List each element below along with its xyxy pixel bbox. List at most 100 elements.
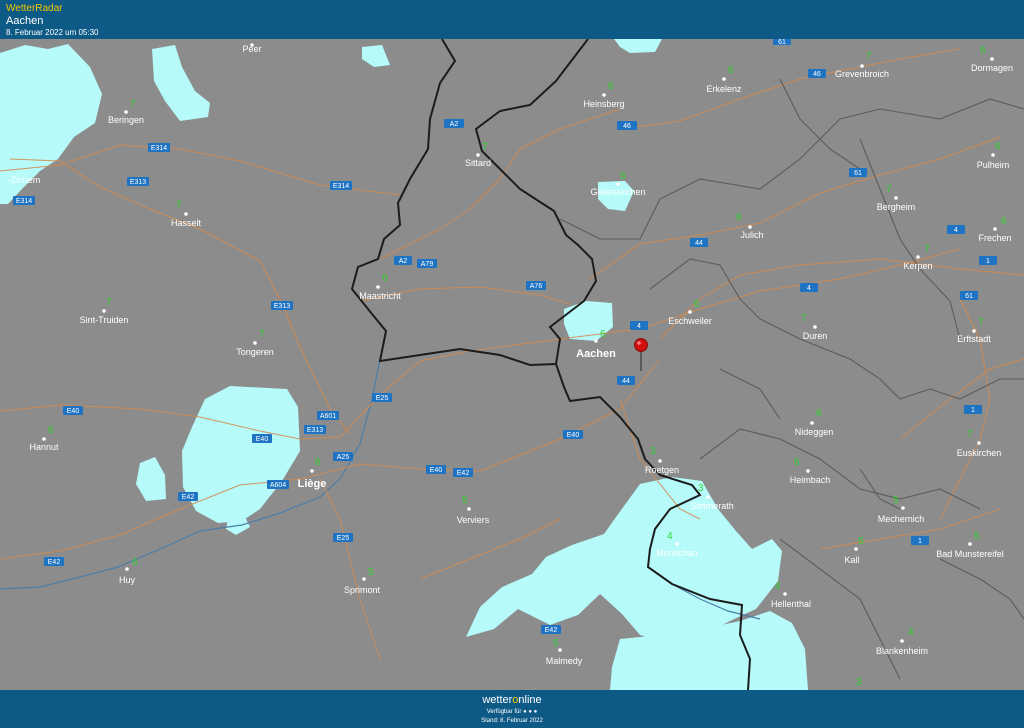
road-shield-61-b: 61 <box>960 291 978 300</box>
svg-text:6: 6 <box>132 557 138 568</box>
svg-text:46: 46 <box>623 123 631 130</box>
svg-text:A604: A604 <box>270 482 286 489</box>
svg-text:7: 7 <box>978 317 984 328</box>
road-shield-a2-south: A2 <box>394 256 412 265</box>
svg-text:E314: E314 <box>333 183 349 190</box>
road-shield-a25: A25 <box>333 452 353 461</box>
svg-text:4: 4 <box>954 227 958 234</box>
svg-text:44: 44 <box>622 378 630 385</box>
svg-text:Simmerath: Simmerath <box>690 501 734 511</box>
svg-text:E40: E40 <box>430 467 443 474</box>
svg-text:A76: A76 <box>530 283 543 290</box>
svg-text:6: 6 <box>980 45 986 56</box>
city-zichem[interactable]: -Zichem <box>8 175 41 185</box>
svg-text:Grevenbroich: Grevenbroich <box>835 69 889 79</box>
svg-text:A2: A2 <box>450 121 459 128</box>
svg-text:E313: E313 <box>307 427 323 434</box>
svg-text:Duren: Duren <box>803 331 828 341</box>
svg-text:E42: E42 <box>457 470 470 477</box>
svg-text:4: 4 <box>807 285 811 292</box>
road-shield-44-b: 44 <box>617 376 635 385</box>
svg-text:Kall: Kall <box>844 555 859 565</box>
road-shield-46-b: 46 <box>617 121 637 130</box>
svg-text:6: 6 <box>382 273 388 284</box>
svg-text:Frechen: Frechen <box>978 233 1011 243</box>
svg-text:3: 3 <box>856 677 862 688</box>
road-shield-e313-b: E313 <box>271 301 293 310</box>
platform-icons: ● ● ● <box>523 709 538 715</box>
svg-text:6: 6 <box>736 212 742 223</box>
svg-text:Peer: Peer <box>242 44 261 54</box>
svg-text:Monschau: Monschau <box>656 548 698 558</box>
svg-text:6: 6 <box>620 171 626 182</box>
road-shield-e40-d: E40 <box>563 430 583 439</box>
svg-text:5: 5 <box>462 495 468 506</box>
road-shield-e314-b: E314 <box>330 181 352 190</box>
road-shield-e40-c: E40 <box>426 465 446 474</box>
road-shield-e40-a: E40 <box>63 406 83 415</box>
road-shield-e25-b: E25 <box>333 533 353 542</box>
svg-text:Kerpen: Kerpen <box>903 261 932 271</box>
svg-text:4: 4 <box>775 581 781 592</box>
svg-text:61: 61 <box>854 170 862 177</box>
map-canvas: A2 A2 A79 A76 46 46 61 61 61 44 44 4 4 4… <box>0 38 1024 691</box>
svg-text:7: 7 <box>482 142 488 153</box>
svg-text:E25: E25 <box>337 535 350 542</box>
svg-text:6: 6 <box>315 457 321 468</box>
road-shield-e42-b: E42 <box>453 468 473 477</box>
svg-text:44: 44 <box>695 240 703 247</box>
road-shield-a601: A601 <box>317 411 339 420</box>
svg-text:Maastricht: Maastricht <box>359 291 401 301</box>
svg-text:E42: E42 <box>182 494 195 501</box>
road-shield-61-top: 61 <box>773 39 791 46</box>
road-shield-e314-c: E314 <box>13 196 35 205</box>
road-shield-1-a: 1 <box>979 256 997 265</box>
road-shield-61-a: 61 <box>849 168 867 177</box>
svg-text:Sint-Truiden: Sint-Truiden <box>80 315 129 325</box>
forecast-datetime: 8. Februar 2022 um 05:30 <box>6 28 99 37</box>
road-shield-e40-b: E40 <box>252 434 272 443</box>
svg-text:1: 1 <box>971 407 975 414</box>
road-shield-e42-a: E42 <box>178 492 198 501</box>
svg-text:Tongeren: Tongeren <box>236 347 274 357</box>
svg-text:Erftstadt: Erftstadt <box>957 334 991 344</box>
svg-text:6: 6 <box>600 329 606 340</box>
footer-logo: wetteronline <box>482 694 542 706</box>
city-peer[interactable]: Peer <box>242 43 262 54</box>
radar-map[interactable]: A2 A2 A79 A76 46 46 61 61 61 44 44 4 4 4… <box>0 38 1024 691</box>
svg-text:Hasselt: Hasselt <box>171 218 202 228</box>
svg-text:4: 4 <box>667 531 673 542</box>
svg-text:7: 7 <box>886 184 892 195</box>
stand-text: Stand: 8. Februar 2022 <box>481 718 543 724</box>
svg-text:5: 5 <box>858 536 864 547</box>
road-shield-e42-d: E42 <box>541 625 561 634</box>
road-shield-46-a: 46 <box>808 69 826 78</box>
road-shield-4-c: 4 <box>947 225 965 234</box>
svg-text:Nideggen: Nideggen <box>795 427 834 437</box>
road-shield-e42-c: E42 <box>44 557 64 566</box>
svg-text:E42: E42 <box>48 559 61 566</box>
svg-text:6: 6 <box>794 457 800 468</box>
svg-text:E314: E314 <box>16 198 32 205</box>
svg-text:Heimbach: Heimbach <box>790 475 831 485</box>
svg-text:E25: E25 <box>376 395 389 402</box>
svg-text:5: 5 <box>368 567 374 578</box>
svg-text:7: 7 <box>967 429 973 440</box>
svg-text:Aachen: Aachen <box>576 348 616 360</box>
svg-text:6: 6 <box>995 141 1001 152</box>
svg-text:Hellenthal: Hellenthal <box>771 599 811 609</box>
road-shield-44-a: 44 <box>690 238 708 247</box>
svg-text:Blankenheim: Blankenheim <box>876 646 928 656</box>
svg-text:Malmedy: Malmedy <box>546 656 583 666</box>
svg-text:E313: E313 <box>274 303 290 310</box>
svg-text:Erkelenz: Erkelenz <box>706 84 742 94</box>
svg-text:6: 6 <box>816 408 822 419</box>
svg-text:Eschweiler: Eschweiler <box>668 316 712 326</box>
svg-text:Geilenkirchen: Geilenkirchen <box>590 187 645 197</box>
header-bar: WetterRadar Aachen 8. Februar 2022 um 05… <box>0 0 1024 39</box>
svg-text:-Zichem: -Zichem <box>8 175 41 185</box>
svg-text:Sittard: Sittard <box>465 158 491 168</box>
svg-text:3: 3 <box>698 483 704 494</box>
svg-text:E40: E40 <box>567 432 580 439</box>
svg-text:A601: A601 <box>320 413 336 420</box>
